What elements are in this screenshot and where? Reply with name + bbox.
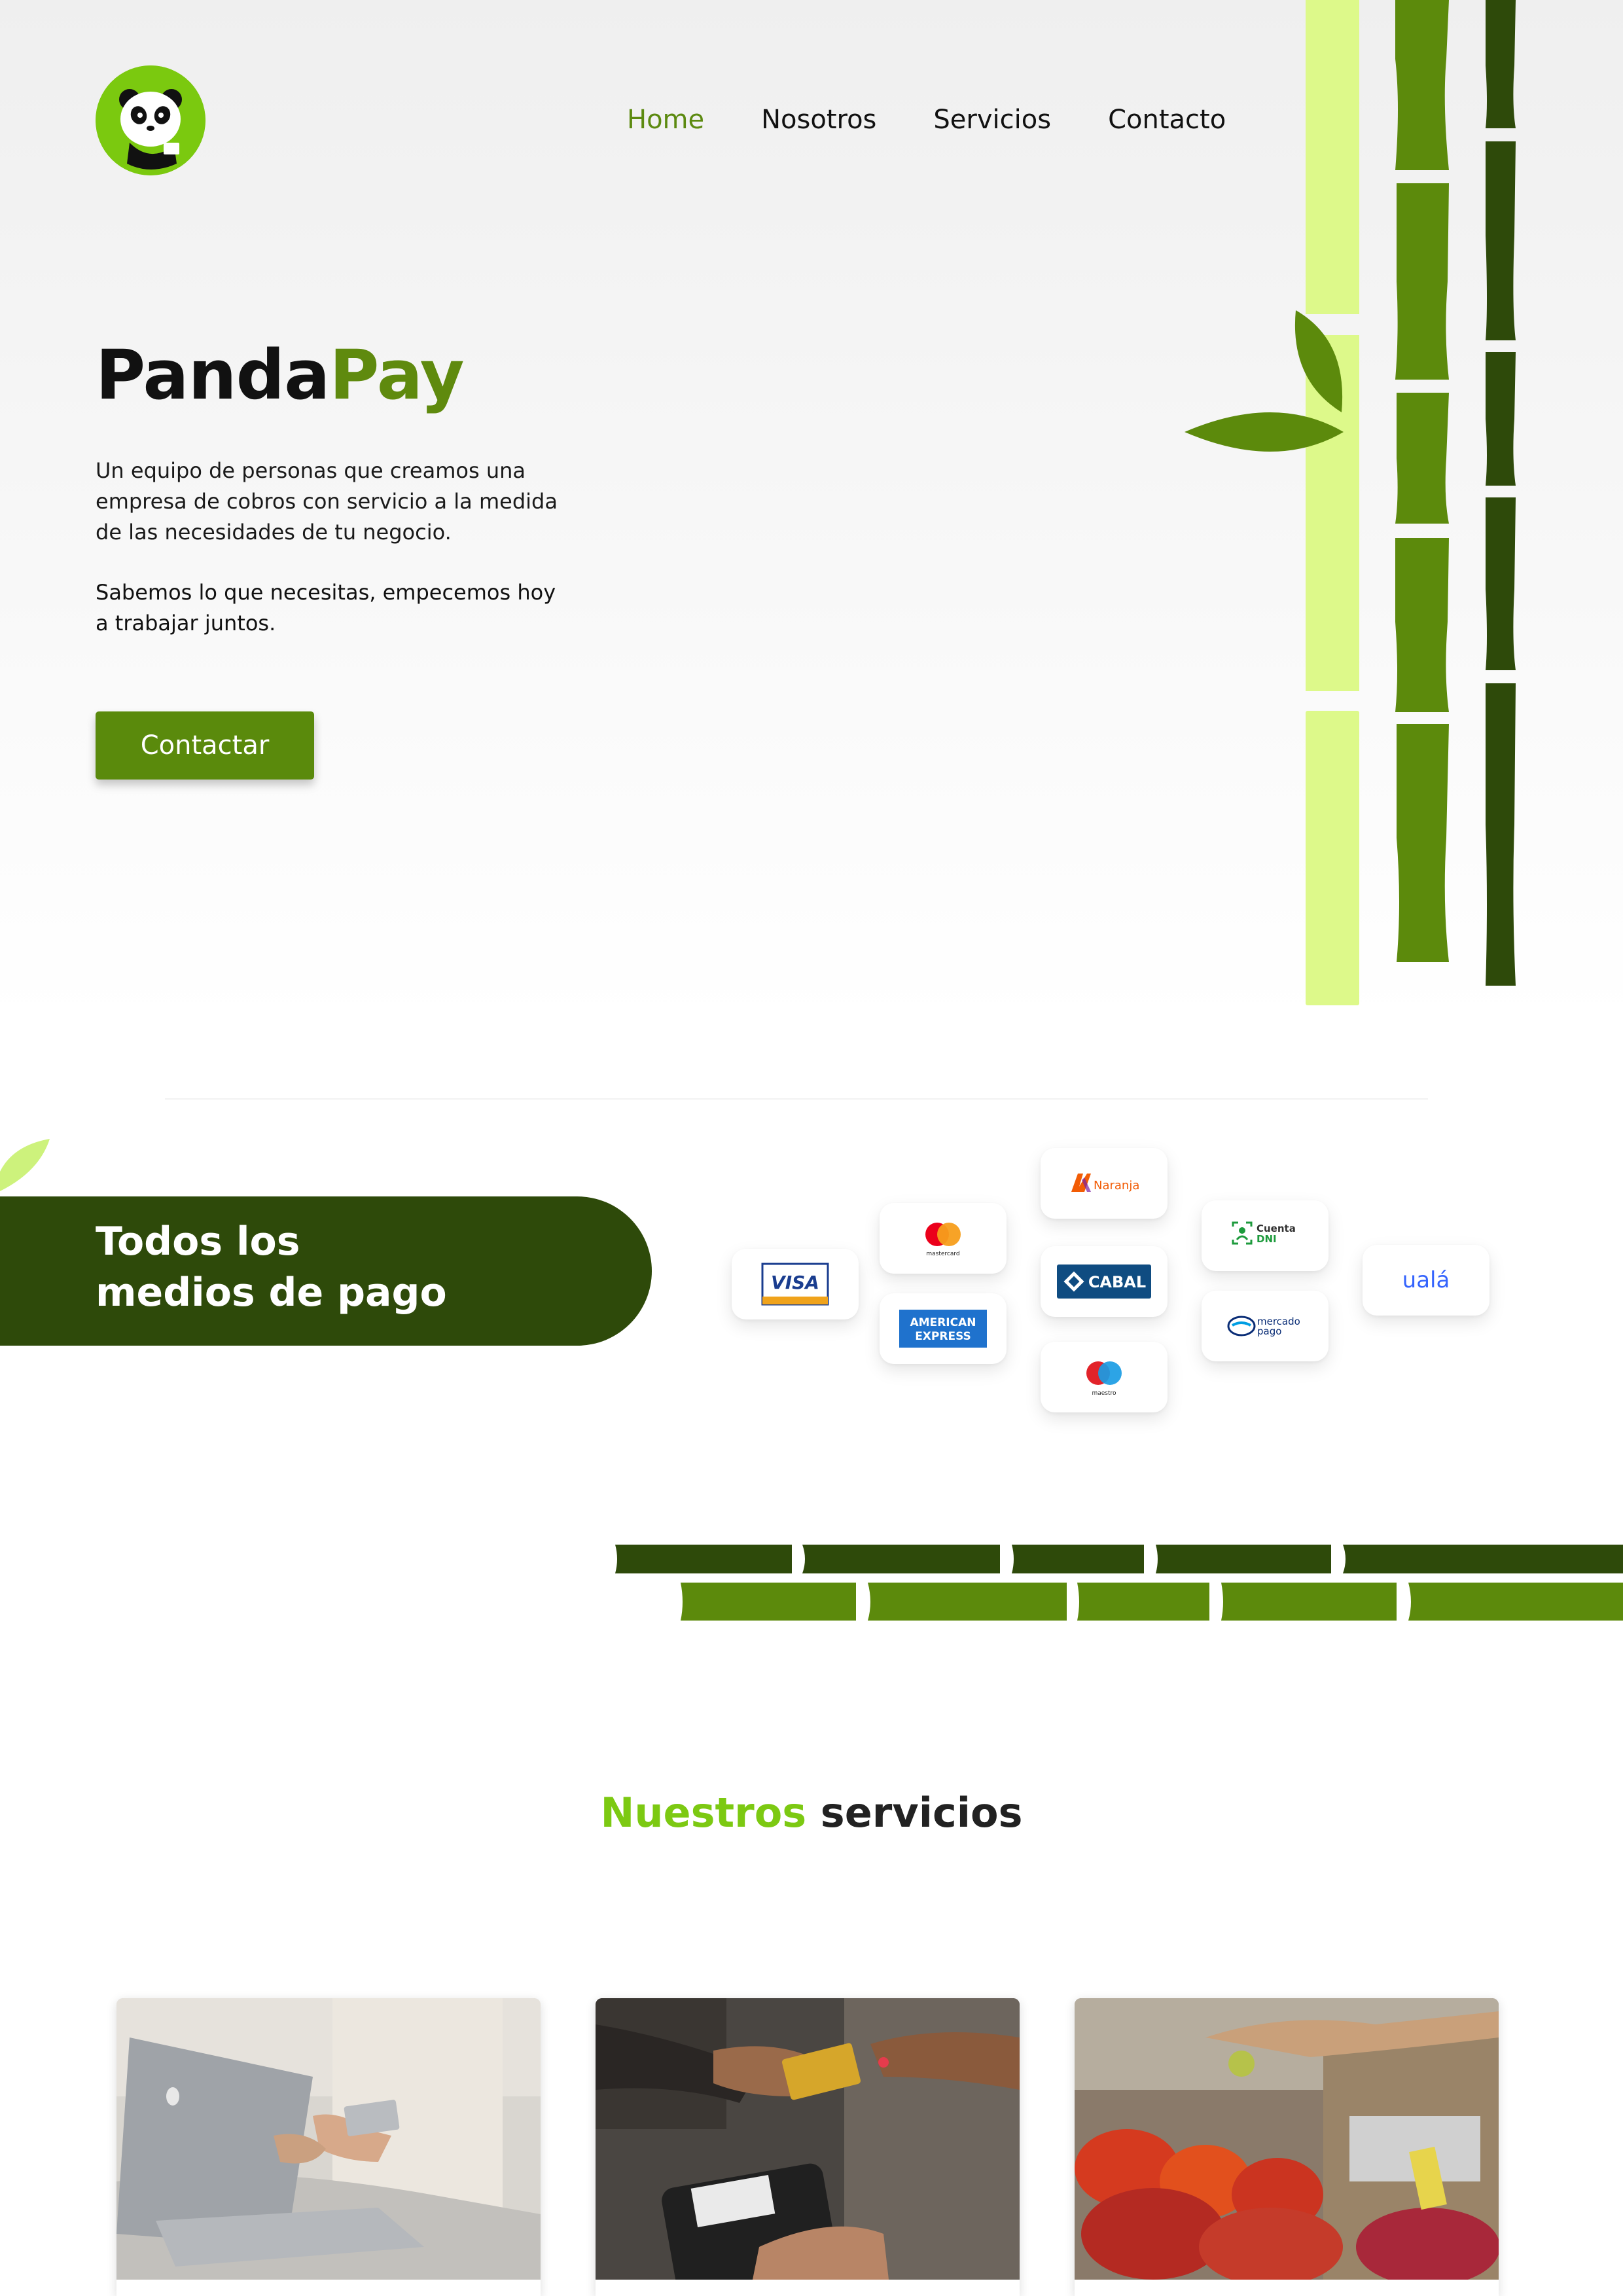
section-divider xyxy=(165,1098,1428,1100)
card-footer xyxy=(596,2280,1020,2296)
mercadopago-icon: mercado pago xyxy=(1227,1316,1300,1337)
service-card-pos[interactable] xyxy=(596,1998,1020,2296)
mastercard-card: mastercard xyxy=(880,1203,1007,1274)
mercadopago-card: mercado pago xyxy=(1202,1291,1329,1361)
mastercard-label: mastercard xyxy=(926,1251,959,1257)
naranja-label: Naranja xyxy=(1094,1179,1139,1193)
amex-line1: AMERICAN xyxy=(910,1316,976,1329)
uala-card: ualá xyxy=(1363,1245,1489,1316)
naranja-icon: Naranja xyxy=(1071,1174,1139,1193)
nav-servicios[interactable]: Servicios xyxy=(933,105,1051,135)
maestro-card: maestro xyxy=(1041,1342,1168,1412)
contactar-button[interactable]: Contactar xyxy=(96,711,314,780)
maestro-icon: maestro xyxy=(1086,1361,1122,1397)
panda-logo-icon[interactable] xyxy=(96,65,205,175)
brand-part1: Panda xyxy=(96,335,330,415)
services-title: Nuestros servicios xyxy=(0,1789,1623,1837)
cuenta-dni-line2: DNI xyxy=(1257,1233,1277,1245)
cuenta-dni-icon: Cuenta DNI xyxy=(1232,1221,1296,1245)
card-footer xyxy=(116,2280,541,2296)
hero-intro-2: Sabemos lo que necesitas, empecemos hoy … xyxy=(96,580,556,636)
laptop-payment-image xyxy=(116,1998,541,2280)
payments-title-line2: medios de pago xyxy=(96,1270,447,1316)
fruit-market-image xyxy=(1075,1998,1499,2280)
service-card-retail[interactable] xyxy=(1075,1998,1499,2296)
naranja-card: Naranja xyxy=(1041,1148,1168,1219)
bamboo-horizontal-illustration xyxy=(615,1545,1623,1621)
visa-icon: VISA xyxy=(761,1263,829,1306)
visa-label: VISA xyxy=(771,1272,819,1293)
cabal-icon: CABAL xyxy=(1057,1265,1151,1299)
maestro-label: maestro xyxy=(1092,1390,1116,1397)
visa-card: VISA xyxy=(732,1249,859,1319)
services-title-part2: servicios xyxy=(820,1789,1023,1837)
cuenta-dni-card: Cuenta DNI xyxy=(1202,1200,1329,1271)
card-terminal-image xyxy=(596,1998,1020,2280)
payments-title-line1: Todos los xyxy=(96,1219,300,1265)
page-title: PandaPay xyxy=(96,335,464,415)
cabal-label: CABAL xyxy=(1088,1273,1146,1291)
service-card-online[interactable] xyxy=(116,1998,541,2296)
mastercard-icon: mastercard xyxy=(925,1223,961,1257)
card-footer xyxy=(1075,2280,1499,2296)
brand-part2: Pay xyxy=(329,335,464,415)
amex-icon: AMERICAN EXPRESS xyxy=(899,1310,987,1348)
amex-line2: EXPRESS xyxy=(915,1330,971,1343)
cabal-card: CABAL xyxy=(1041,1246,1168,1317)
nav-nosotros[interactable]: Nosotros xyxy=(761,105,876,135)
hero-intro: Un equipo de personas que creamos una em… xyxy=(96,458,558,545)
nav-home[interactable]: Home xyxy=(627,105,704,135)
uala-icon: ualá xyxy=(1402,1267,1450,1293)
mercadopago-line2: pago xyxy=(1257,1325,1281,1337)
services-title-part1: Nuestros xyxy=(600,1789,807,1837)
uala-label: ualá xyxy=(1402,1267,1450,1293)
payments-title: Todos los medios de pago xyxy=(96,1216,447,1318)
amex-card: AMERICAN EXPRESS xyxy=(880,1293,1007,1364)
bamboo-illustration xyxy=(1185,0,1516,1005)
